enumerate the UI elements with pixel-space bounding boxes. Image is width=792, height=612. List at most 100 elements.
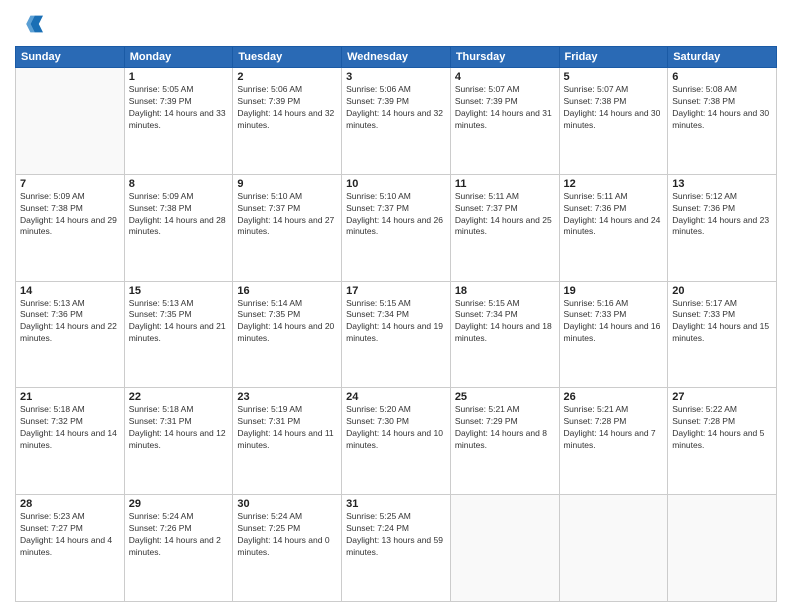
sunrise-label: Sunrise: 5:10 AM xyxy=(237,191,302,201)
week-row-3: 21 Sunrise: 5:18 AM Sunset: 7:32 PM Dayl… xyxy=(16,388,777,495)
daylight-label: Daylight: 14 hours and 16 minutes. xyxy=(564,321,661,343)
daylight-label: Daylight: 14 hours and 32 minutes. xyxy=(346,108,443,130)
sunrise-label: Sunrise: 5:09 AM xyxy=(20,191,85,201)
day-number: 13 xyxy=(672,178,772,190)
sunset-label: Sunset: 7:36 PM xyxy=(564,203,627,213)
sunrise-label: Sunrise: 5:24 AM xyxy=(129,511,194,521)
calendar-cell: 19 Sunrise: 5:16 AM Sunset: 7:33 PM Dayl… xyxy=(559,281,668,388)
calendar-cell: 10 Sunrise: 5:10 AM Sunset: 7:37 PM Dayl… xyxy=(342,174,451,281)
day-info: Sunrise: 5:13 AM Sunset: 7:35 PM Dayligh… xyxy=(129,298,229,346)
calendar-cell xyxy=(450,495,559,602)
day-number: 22 xyxy=(129,391,229,403)
day-info: Sunrise: 5:15 AM Sunset: 7:34 PM Dayligh… xyxy=(346,298,446,346)
day-info: Sunrise: 5:09 AM Sunset: 7:38 PM Dayligh… xyxy=(20,191,120,239)
day-info: Sunrise: 5:11 AM Sunset: 7:36 PM Dayligh… xyxy=(564,191,664,239)
weekday-header-tuesday: Tuesday xyxy=(233,47,342,68)
calendar-cell: 12 Sunrise: 5:11 AM Sunset: 7:36 PM Dayl… xyxy=(559,174,668,281)
week-row-1: 7 Sunrise: 5:09 AM Sunset: 7:38 PM Dayli… xyxy=(16,174,777,281)
day-number: 12 xyxy=(564,178,664,190)
calendar-cell: 8 Sunrise: 5:09 AM Sunset: 7:38 PM Dayli… xyxy=(124,174,233,281)
day-info: Sunrise: 5:18 AM Sunset: 7:32 PM Dayligh… xyxy=(20,404,120,452)
calendar-cell: 23 Sunrise: 5:19 AM Sunset: 7:31 PM Dayl… xyxy=(233,388,342,495)
weekday-header-wednesday: Wednesday xyxy=(342,47,451,68)
day-info: Sunrise: 5:12 AM Sunset: 7:36 PM Dayligh… xyxy=(672,191,772,239)
sunset-label: Sunset: 7:38 PM xyxy=(564,96,627,106)
day-number: 27 xyxy=(672,391,772,403)
daylight-label: Daylight: 13 hours and 59 minutes. xyxy=(346,535,443,557)
daylight-label: Daylight: 14 hours and 5 minutes. xyxy=(672,428,764,450)
day-number: 5 xyxy=(564,71,664,83)
day-number: 18 xyxy=(455,285,555,297)
day-info: Sunrise: 5:07 AM Sunset: 7:39 PM Dayligh… xyxy=(455,84,555,132)
sunset-label: Sunset: 7:25 PM xyxy=(237,523,300,533)
sunrise-label: Sunrise: 5:12 AM xyxy=(672,191,737,201)
day-number: 25 xyxy=(455,391,555,403)
day-info: Sunrise: 5:21 AM Sunset: 7:29 PM Dayligh… xyxy=(455,404,555,452)
calendar-cell: 22 Sunrise: 5:18 AM Sunset: 7:31 PM Dayl… xyxy=(124,388,233,495)
day-info: Sunrise: 5:08 AM Sunset: 7:38 PM Dayligh… xyxy=(672,84,772,132)
day-number: 2 xyxy=(237,71,337,83)
daylight-label: Daylight: 14 hours and 24 minutes. xyxy=(564,215,661,237)
header xyxy=(15,10,777,38)
calendar-cell: 1 Sunrise: 5:05 AM Sunset: 7:39 PM Dayli… xyxy=(124,68,233,175)
calendar-cell: 30 Sunrise: 5:24 AM Sunset: 7:25 PM Dayl… xyxy=(233,495,342,602)
week-row-4: 28 Sunrise: 5:23 AM Sunset: 7:27 PM Dayl… xyxy=(16,495,777,602)
day-number: 29 xyxy=(129,498,229,510)
day-info: Sunrise: 5:19 AM Sunset: 7:31 PM Dayligh… xyxy=(237,404,337,452)
daylight-label: Daylight: 14 hours and 27 minutes. xyxy=(237,215,334,237)
day-number: 17 xyxy=(346,285,446,297)
daylight-label: Daylight: 14 hours and 23 minutes. xyxy=(672,215,769,237)
daylight-label: Daylight: 14 hours and 8 minutes. xyxy=(455,428,547,450)
calendar-cell: 2 Sunrise: 5:06 AM Sunset: 7:39 PM Dayli… xyxy=(233,68,342,175)
sunrise-label: Sunrise: 5:19 AM xyxy=(237,404,302,414)
daylight-label: Daylight: 14 hours and 2 minutes. xyxy=(129,535,221,557)
sunrise-label: Sunrise: 5:11 AM xyxy=(564,191,628,201)
day-info: Sunrise: 5:20 AM Sunset: 7:30 PM Dayligh… xyxy=(346,404,446,452)
sunset-label: Sunset: 7:36 PM xyxy=(672,203,735,213)
calendar-cell: 9 Sunrise: 5:10 AM Sunset: 7:37 PM Dayli… xyxy=(233,174,342,281)
calendar-cell: 29 Sunrise: 5:24 AM Sunset: 7:26 PM Dayl… xyxy=(124,495,233,602)
sunset-label: Sunset: 7:33 PM xyxy=(672,309,735,319)
sunset-label: Sunset: 7:35 PM xyxy=(129,309,192,319)
day-number: 21 xyxy=(20,391,120,403)
sunrise-label: Sunrise: 5:14 AM xyxy=(237,298,302,308)
sunset-label: Sunset: 7:35 PM xyxy=(237,309,300,319)
sunrise-label: Sunrise: 5:23 AM xyxy=(20,511,85,521)
day-info: Sunrise: 5:24 AM Sunset: 7:25 PM Dayligh… xyxy=(237,511,337,559)
sunset-label: Sunset: 7:32 PM xyxy=(20,416,83,426)
day-info: Sunrise: 5:14 AM Sunset: 7:35 PM Dayligh… xyxy=(237,298,337,346)
day-number: 16 xyxy=(237,285,337,297)
calendar-header: SundayMondayTuesdayWednesdayThursdayFrid… xyxy=(16,47,777,68)
weekday-header-friday: Friday xyxy=(559,47,668,68)
sunrise-label: Sunrise: 5:22 AM xyxy=(672,404,737,414)
sunrise-label: Sunrise: 5:25 AM xyxy=(346,511,411,521)
sunrise-label: Sunrise: 5:18 AM xyxy=(20,404,85,414)
calendar-cell: 6 Sunrise: 5:08 AM Sunset: 7:38 PM Dayli… xyxy=(668,68,777,175)
sunset-label: Sunset: 7:36 PM xyxy=(20,309,83,319)
daylight-label: Daylight: 14 hours and 32 minutes. xyxy=(237,108,334,130)
daylight-label: Daylight: 14 hours and 33 minutes. xyxy=(129,108,226,130)
day-number: 28 xyxy=(20,498,120,510)
daylight-label: Daylight: 14 hours and 12 minutes. xyxy=(129,428,226,450)
header-row: SundayMondayTuesdayWednesdayThursdayFrid… xyxy=(16,47,777,68)
sunrise-label: Sunrise: 5:16 AM xyxy=(564,298,629,308)
calendar-cell: 17 Sunrise: 5:15 AM Sunset: 7:34 PM Dayl… xyxy=(342,281,451,388)
day-info: Sunrise: 5:22 AM Sunset: 7:28 PM Dayligh… xyxy=(672,404,772,452)
calendar-cell xyxy=(668,495,777,602)
day-info: Sunrise: 5:16 AM Sunset: 7:33 PM Dayligh… xyxy=(564,298,664,346)
day-info: Sunrise: 5:10 AM Sunset: 7:37 PM Dayligh… xyxy=(237,191,337,239)
page: SundayMondayTuesdayWednesdayThursdayFrid… xyxy=(0,0,792,612)
day-info: Sunrise: 5:25 AM Sunset: 7:24 PM Dayligh… xyxy=(346,511,446,559)
calendar-cell: 18 Sunrise: 5:15 AM Sunset: 7:34 PM Dayl… xyxy=(450,281,559,388)
sunrise-label: Sunrise: 5:15 AM xyxy=(346,298,411,308)
sunset-label: Sunset: 7:37 PM xyxy=(455,203,518,213)
day-number: 6 xyxy=(672,71,772,83)
day-info: Sunrise: 5:07 AM Sunset: 7:38 PM Dayligh… xyxy=(564,84,664,132)
sunrise-label: Sunrise: 5:09 AM xyxy=(129,191,194,201)
day-number: 23 xyxy=(237,391,337,403)
sunset-label: Sunset: 7:28 PM xyxy=(672,416,735,426)
calendar-body: 1 Sunrise: 5:05 AM Sunset: 7:39 PM Dayli… xyxy=(16,68,777,602)
sunset-label: Sunset: 7:29 PM xyxy=(455,416,518,426)
daylight-label: Daylight: 14 hours and 29 minutes. xyxy=(20,215,117,237)
daylight-label: Daylight: 14 hours and 11 minutes. xyxy=(237,428,333,450)
